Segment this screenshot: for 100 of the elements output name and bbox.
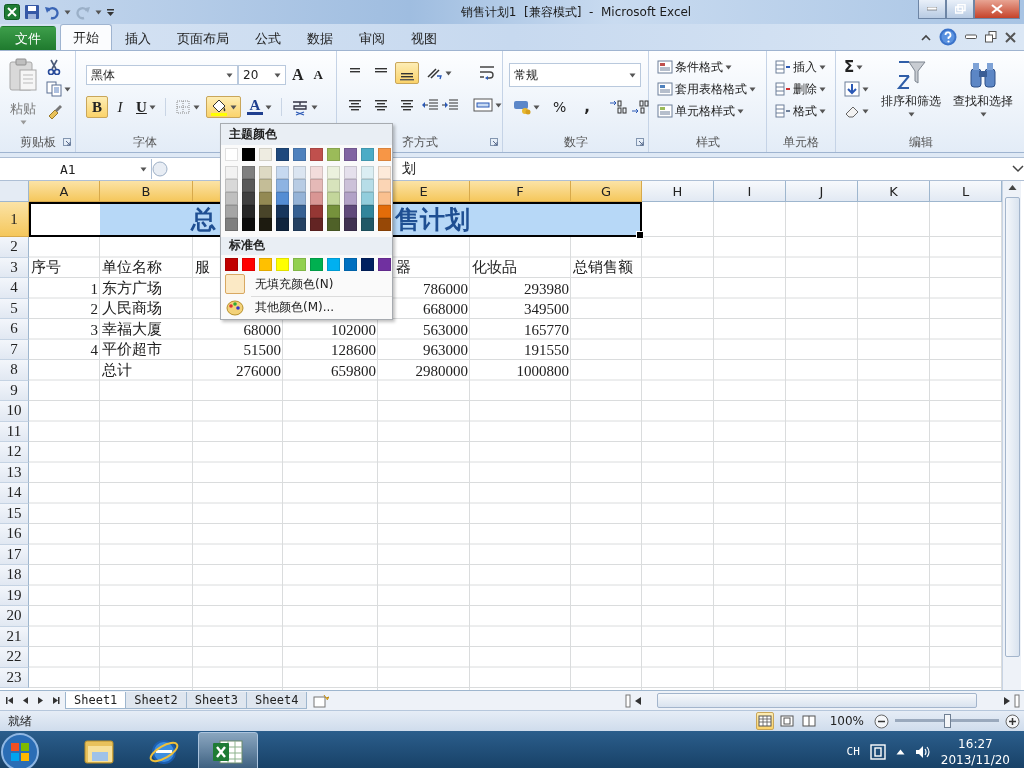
row-header[interactable]: 20 [0,606,29,627]
row-header[interactable]: 15 [0,503,29,524]
grow-font-button[interactable]: A [288,64,308,86]
cell-text: 总销售额 [573,258,633,277]
sheet-tab[interactable]: Sheet1 [65,692,127,709]
clock[interactable]: 16:27 2013/11/20 [940,735,1010,768]
cell-text: 化妆品 [472,258,517,277]
column-header[interactable]: J [786,181,858,202]
cell-text: 单位名称 [102,258,162,277]
underline-button[interactable]: U [132,96,160,118]
row-header[interactable]: 8 [0,360,29,381]
row-header[interactable]: 1 [0,202,29,237]
group-label: 数字 [563,134,588,151]
more-colors-option[interactable]: 其他颜色(M)... [255,299,335,317]
column-header[interactable]: I [714,181,786,202]
group-label: 齐方式 [401,134,438,151]
cell-text: 786000 [423,280,468,298]
italic-button[interactable]: I [110,96,130,118]
styles-menu-button[interactable]: 单元格样式 [653,100,762,122]
sort-filter-button[interactable]: 排序和筛选 [877,56,945,133]
row-header[interactable]: 12 [0,442,29,463]
row-header[interactable]: 4 [0,278,29,299]
cell-text: 1000800 [516,362,569,380]
ribbon-tab[interactable]: 文件 [0,26,56,50]
styles-menu-button[interactable]: 条件格式 [653,56,762,78]
cell-text: 人民商场 [102,299,162,318]
row-header[interactable]: 22 [0,647,29,668]
row-header[interactable]: 19 [0,585,29,606]
ribbon-tab[interactable]: 公式 [242,26,294,50]
row-header[interactable]: 11 [0,421,29,442]
cell-text: 幸福大厦 [102,319,162,339]
window-title: 销售计划1 [兼容模式] - Microsoft Excel [459,3,693,21]
cell-text: 2 [90,301,98,318]
sheet-tab[interactable]: Sheet2 [125,692,187,709]
cell-text: 102000 [331,321,376,339]
cell-text: 659800 [331,362,376,380]
status-text: 就绪 [8,712,32,730]
cell-text: 1 [90,280,98,298]
row-header[interactable]: 6 [0,319,29,340]
cell-text: 服 [195,258,210,277]
ribbon-tab[interactable]: 视图 [398,26,450,50]
sheet-tab[interactable]: Sheet3 [185,692,248,709]
ribbon-tab[interactable]: 页面布局 [164,26,242,50]
column-header[interactable]: G [571,181,642,202]
shrink-font-button[interactable]: A [309,64,327,86]
row-header[interactable]: 21 [0,626,29,647]
font-name-field[interactable]: 黑体 [86,65,238,85]
zoom-level[interactable]: 100% [829,714,864,728]
number-format-field[interactable]: 常规 [509,63,641,87]
sheet-tab[interactable]: Sheet4 [246,692,308,709]
row-header[interactable]: 13 [0,462,29,483]
column-header[interactable]: L [930,181,1002,202]
ribbon-tab[interactable]: 数据 [294,26,346,50]
comma-button[interactable]: , [575,96,599,118]
paste-button[interactable]: 粘贴 [4,55,42,133]
font-color-button[interactable]: A [242,96,276,118]
ribbon-tab[interactable]: 审阅 [346,26,398,50]
cell-text: 68000 [243,321,281,339]
find-select-button[interactable]: 查找和选择 [949,56,1017,133]
column-header[interactable]: F [470,181,571,202]
row-header[interactable]: 18 [0,565,29,586]
bold-button[interactable]: B [86,96,108,118]
name-box[interactable]: A1 [0,159,152,179]
no-fill-option[interactable]: 无填充颜色(N) [255,275,334,293]
cell-text: 963000 [423,342,468,359]
column-header[interactable]: K [858,181,930,202]
row-header[interactable]: 3 [0,257,29,278]
formula-input[interactable]: 划 [168,159,1012,179]
row-header[interactable]: 9 [0,380,29,401]
row-header[interactable]: 16 [0,524,29,545]
cells-menu-button[interactable]: 格式 [771,100,831,122]
row-header[interactable]: 23 [0,667,29,688]
group-label: 剪贴板 [19,134,56,151]
styles-menu-button[interactable]: 套用表格格式 [653,78,762,100]
row-header[interactable]: 5 [0,298,29,319]
autosum-button[interactable]: Σ [840,56,873,78]
font-size-field[interactable]: 20 [238,65,286,85]
menu-heading: 标准色 [221,236,392,256]
cell-text: 276000 [236,362,281,380]
cells-menu-button[interactable]: 删除 [771,78,831,100]
column-header[interactable]: A [29,181,100,202]
cells-menu-button[interactable]: 插入 [771,56,831,78]
cell-text: 349500 [524,301,569,318]
row-header[interactable]: 17 [0,544,29,565]
row-header[interactable]: 10 [0,401,29,422]
column-header[interactable]: B [100,181,193,202]
row-header[interactable]: 2 [0,237,29,258]
group-label: 字体 [133,134,157,151]
column-header[interactable]: H [642,181,714,202]
language-indicator[interactable]: CH [846,745,860,758]
cell-text: 2980000 [415,362,468,380]
cell-text: 563000 [423,321,468,339]
title-text: 售计划 [395,204,470,236]
group-label: 编辑 [909,134,933,151]
row-header[interactable]: 14 [0,483,29,504]
ribbon-tab[interactable]: 插入 [112,26,164,50]
ribbon-tab[interactable]: 开始 [60,24,112,50]
percent-button[interactable]: % [546,96,574,118]
row-header[interactable]: 7 [0,339,29,360]
cell-text: 668000 [423,301,468,318]
